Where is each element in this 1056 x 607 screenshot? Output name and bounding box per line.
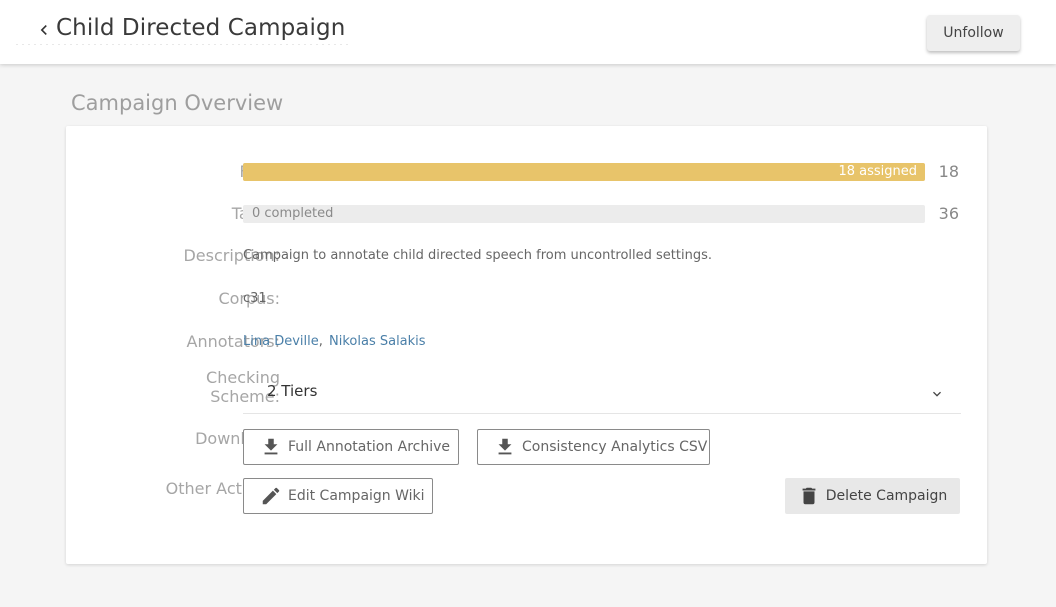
- annotator-separator: ,: [318, 334, 323, 349]
- tasks-progress-bar: 0 completed: [243, 205, 925, 223]
- files-progress-text: 18 assigned: [838, 164, 917, 179]
- files-progress-fill: [243, 163, 925, 181]
- delete-campaign-label: Delete Campaign: [825, 488, 948, 504]
- page-title: Child Directed Campaign: [56, 15, 346, 41]
- download-icon: [494, 436, 516, 458]
- pencil-icon: [260, 485, 282, 507]
- download-icon: [260, 436, 282, 458]
- campaign-overview-card: Files: 18 assigned 18 Tasks: 0 completed…: [66, 126, 987, 564]
- edit-wiki-button[interactable]: Edit Campaign Wiki: [243, 478, 433, 514]
- annotator-link[interactable]: Nikolas Salakis: [329, 334, 426, 349]
- chevron-down-icon: [933, 391, 941, 397]
- trash-icon: [798, 485, 820, 507]
- section-title: Campaign Overview: [71, 91, 284, 115]
- unfollow-button[interactable]: Unfollow: [927, 15, 1020, 51]
- checking-scheme-value: 2 Tiers: [267, 382, 318, 400]
- files-progress-bar: 18 assigned: [243, 163, 925, 181]
- tasks-progress-text: 0 completed: [252, 206, 334, 221]
- tasks-count: 36: [938, 204, 959, 223]
- top-bar: Child Directed Campaign Unfollow: [0, 0, 1056, 64]
- checking-scheme-select[interactable]: 2 Tiers: [243, 370, 961, 414]
- download-csv-button[interactable]: Consistency Analytics CSV: [477, 429, 710, 465]
- back-button[interactable]: [30, 16, 58, 44]
- download-archive-label: Full Annotation Archive: [288, 439, 450, 455]
- description-value: Campaign to annotate child directed spee…: [243, 248, 713, 263]
- annotator-link[interactable]: Lina Deville: [243, 334, 319, 349]
- delete-campaign-button[interactable]: Delete Campaign: [785, 478, 960, 514]
- annotators-list: Lina Deville, Nikolas Salakis: [243, 334, 426, 349]
- edit-wiki-label: Edit Campaign Wiki: [288, 488, 425, 504]
- corpus-value: c31: [243, 291, 267, 306]
- title-divider: [16, 44, 350, 45]
- download-archive-button[interactable]: Full Annotation Archive: [243, 429, 459, 465]
- download-csv-label: Consistency Analytics CSV: [522, 439, 708, 455]
- chevron-left-icon: [40, 25, 47, 35]
- files-count: 18: [938, 162, 959, 181]
